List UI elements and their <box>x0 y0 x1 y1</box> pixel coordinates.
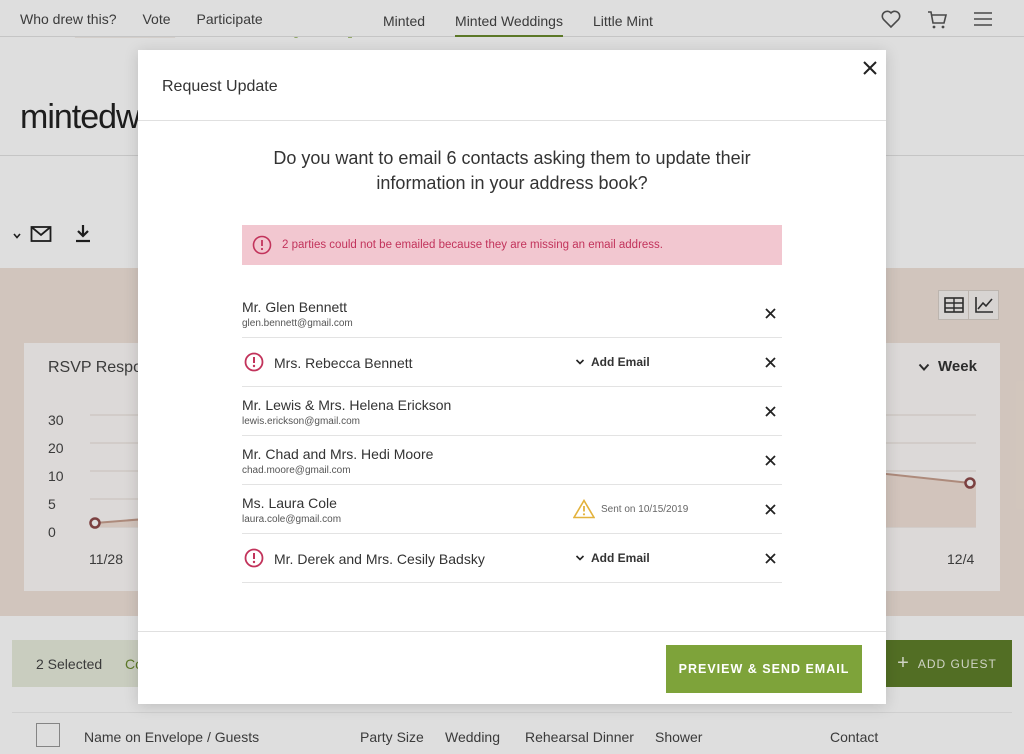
close-icon <box>764 552 776 564</box>
contact-name: Mr. Chad and Mrs. Hedi Moore <box>242 446 434 462</box>
close-icon <box>764 503 776 515</box>
alert-icon <box>252 235 272 255</box>
contact-name: Mr. Lewis & Mrs. Helena Erickson <box>242 397 452 413</box>
alert-text: 2 parties could not be emailed because t… <box>282 239 663 251</box>
remove-contact-button[interactable] <box>762 354 778 370</box>
sent-status: Sent on 10/15/2019 <box>573 499 688 519</box>
contact-name: Ms. Laura Cole <box>242 495 337 511</box>
close-button[interactable] <box>858 56 882 80</box>
close-icon <box>764 405 776 417</box>
add-email-label: Add Email <box>591 551 650 565</box>
request-update-modal: Request Update Do you want to email 6 co… <box>138 50 886 704</box>
missing-email-alert: 2 parties could not be emailed because t… <box>242 225 782 265</box>
contact-row: Mr. Lewis & Mrs. Helena Erickson lewis.e… <box>242 387 782 436</box>
contact-email: glen.bennett@gmail.com <box>242 318 353 329</box>
add-email-label: Add Email <box>591 355 650 369</box>
close-icon <box>863 61 877 75</box>
contact-row: Mr. Chad and Mrs. Hedi Moore chad.moore@… <box>242 436 782 485</box>
remove-contact-button[interactable] <box>762 305 778 321</box>
contact-row: Ms. Laura Cole laura.cole@gmail.com Sent… <box>242 485 782 534</box>
add-email-button[interactable]: Add Email <box>575 355 650 369</box>
contact-list: Mr. Glen Bennett glen.bennett@gmail.com … <box>242 289 782 583</box>
remove-contact-button[interactable] <box>762 501 778 517</box>
close-icon <box>764 307 776 319</box>
preview-send-email-button[interactable]: PREVIEW & SEND EMAIL <box>666 645 862 693</box>
chevron-down-icon <box>575 555 585 561</box>
sent-status-text: Sent on 10/15/2019 <box>601 503 689 515</box>
contact-row: Mr. Derek and Mrs. Cesily Badsky Add Ema… <box>242 534 782 583</box>
close-icon <box>764 454 776 466</box>
modal-title: Request Update <box>162 78 278 95</box>
contact-row: Mr. Glen Bennett glen.bennett@gmail.com <box>242 289 782 338</box>
warning-icon <box>573 499 595 519</box>
modal-question: Do you want to email 6 contacts asking t… <box>273 148 751 193</box>
chevron-down-icon <box>575 359 585 365</box>
close-icon <box>764 356 776 368</box>
contact-name: Mr. Derek and Mrs. Cesily Badsky <box>274 551 485 567</box>
contact-name: Mr. Glen Bennett <box>242 299 348 315</box>
contact-row: Mrs. Rebecca Bennett Add Email <box>242 338 782 387</box>
remove-contact-button[interactable] <box>762 452 778 468</box>
add-email-button[interactable]: Add Email <box>575 551 650 565</box>
contact-email: lewis.erickson@gmail.com <box>242 416 360 427</box>
error-icon <box>244 548 264 568</box>
modal-footer: PREVIEW & SEND EMAIL <box>138 631 886 704</box>
remove-contact-button[interactable] <box>762 550 778 566</box>
contact-email: laura.cole@gmail.com <box>242 514 342 525</box>
error-icon <box>244 352 264 372</box>
remove-contact-button[interactable] <box>762 403 778 419</box>
modal-header: Request Update <box>138 50 886 121</box>
contact-email: chad.moore@gmail.com <box>242 465 351 476</box>
contact-name: Mrs. Rebecca Bennett <box>274 355 413 371</box>
